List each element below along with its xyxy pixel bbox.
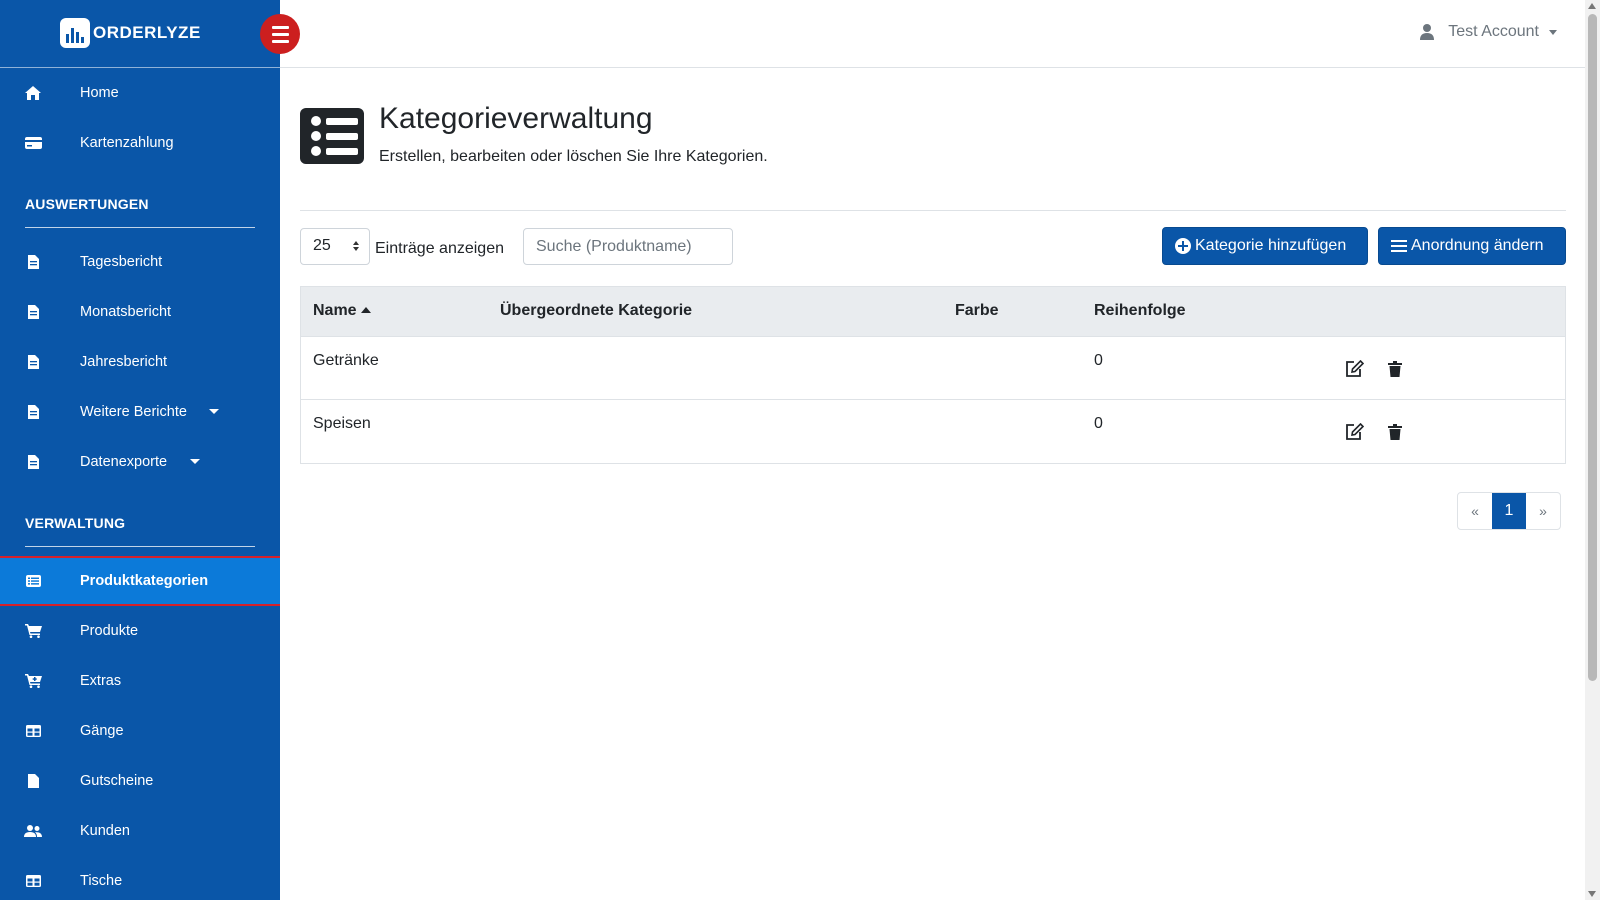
sidebar-item-label: Jahresbericht [80, 354, 168, 370]
table-icon [24, 873, 42, 889]
list-icon [300, 108, 364, 164]
table-row: Speisen 0 [301, 400, 1565, 463]
document-icon [24, 454, 42, 470]
sidebar-item-label: Produkte [80, 623, 139, 639]
column-header-order[interactable]: Reihenfolge [1094, 302, 1186, 320]
user-icon [1420, 24, 1435, 40]
sidebar-item-gaenge[interactable]: Gänge [0, 706, 280, 756]
file-icon [24, 773, 42, 789]
cell-name: Getränke [313, 352, 379, 369]
select-arrows-icon [353, 241, 359, 251]
logo-text: ORDERLYZE [93, 23, 201, 42]
pagination-prev[interactable]: « [1458, 493, 1492, 529]
users-icon [24, 823, 42, 839]
sidebar-item-label: Tagesbericht [80, 254, 163, 270]
cell-order: 0 [1094, 415, 1103, 432]
home-icon [24, 85, 42, 101]
menu-toggle-button[interactable] [260, 14, 300, 54]
scroll-down-icon[interactable] [1588, 891, 1596, 897]
sidebar-item-label: Monatsbericht [80, 304, 172, 320]
add-category-label: Kategorie hinzufügen [1195, 237, 1347, 254]
column-header-color[interactable]: Farbe [955, 302, 999, 320]
sidebar-item-label: Datenexporte [80, 454, 168, 470]
page-size-value: 25 [313, 237, 331, 254]
sidebar-item-label: Weitere Berichte [80, 404, 187, 420]
chevron-down-icon [209, 409, 219, 414]
sidebar-item-gutscheine[interactable]: Gutscheine [0, 756, 280, 806]
logo[interactable]: ORDERLYZE [60, 18, 201, 48]
sidebar-item-label: Kunden [80, 823, 130, 839]
sidebar-item-jahresbericht[interactable]: Jahresbericht [0, 337, 280, 387]
chevron-down-icon [1549, 29, 1557, 35]
document-icon [24, 254, 42, 270]
sidebar-item-produktkategorien[interactable]: Produktkategorien [0, 556, 280, 606]
cell-name: Speisen [313, 415, 371, 432]
divider [300, 210, 1566, 211]
pagination-next[interactable]: » [1526, 493, 1560, 529]
table-row: Getränke 0 [301, 337, 1565, 400]
column-header-parent[interactable]: Übergeordnete Kategorie [500, 302, 692, 320]
sidebar-item-datenexporte[interactable]: Datenexporte [0, 437, 280, 487]
cell-order: 0 [1094, 352, 1103, 369]
change-order-label: Anordnung ändern [1411, 237, 1544, 254]
table-header: Name Übergeordnete Kategorie Farbe Reihe… [301, 287, 1565, 337]
sidebar-item-label: Gutscheine [80, 773, 154, 789]
categories-table: Name Übergeordnete Kategorie Farbe Reihe… [300, 286, 1566, 464]
credit-card-icon [24, 135, 42, 151]
change-order-button[interactable]: Anordnung ändern [1378, 227, 1566, 265]
pagination-page[interactable]: 1 [1492, 493, 1526, 529]
edit-icon[interactable] [1343, 358, 1365, 380]
scroll-up-icon[interactable] [1588, 3, 1596, 9]
account-menu[interactable]: Test Account [1420, 23, 1557, 41]
page-size-select[interactable]: 25 [300, 228, 370, 265]
page-subtitle: Erstellen, bearbeiten oder löschen Sie I… [379, 148, 768, 165]
sidebar-item-label: Tische [80, 873, 123, 889]
document-icon [24, 404, 42, 420]
sidebar-item-tische[interactable]: Tische [0, 856, 280, 900]
brand-area: ORDERLYZE [0, 0, 280, 68]
sidebar-item-kartenzahlung[interactable]: Kartenzahlung [0, 118, 280, 168]
page-title: Kategorieverwaltung [379, 102, 653, 135]
sidebar-item-weitere-berichte[interactable]: Weitere Berichte [0, 387, 280, 437]
sidebar-item-monatsbericht[interactable]: Monatsbericht [0, 287, 280, 337]
sidebar-item-tagesbericht[interactable]: Tagesbericht [0, 237, 280, 287]
scrollbar[interactable] [1585, 0, 1600, 900]
sidebar-item-label: Kartenzahlung [80, 135, 174, 151]
sidebar-item-label: Home [80, 85, 119, 101]
chevron-down-icon [190, 459, 200, 464]
search-input[interactable] [523, 228, 733, 265]
document-icon [24, 304, 42, 320]
document-icon [24, 354, 42, 370]
trash-icon[interactable] [1384, 358, 1406, 380]
sidebar-item-extras[interactable]: Extras [0, 656, 280, 706]
scrollbar-thumb[interactable] [1588, 14, 1597, 681]
plus-circle-icon [1175, 238, 1191, 254]
topbar: Test Account [280, 0, 1585, 68]
sidebar-item-label: Extras [80, 673, 122, 689]
entries-label: Einträge anzeigen [375, 240, 504, 257]
edit-icon[interactable] [1343, 421, 1365, 443]
sidebar: ORDERLYZE Home Kartenzahlung AUSWERTUNGE… [0, 0, 280, 900]
bars-icon [1391, 240, 1407, 252]
section-reports: AUSWERTUNGEN [25, 196, 149, 212]
column-label: Name [313, 302, 357, 319]
hamburger-icon [271, 25, 289, 29]
section-admin: VERWALTUNG [25, 515, 126, 531]
pagination: « 1 » [1457, 492, 1561, 530]
cart-icon [24, 623, 42, 639]
sidebar-item-label: Produktkategorien [80, 573, 209, 589]
sidebar-item-kunden[interactable]: Kunden [0, 806, 280, 856]
sort-asc-icon [360, 307, 371, 313]
table-icon [24, 723, 42, 739]
account-label: Test Account [1448, 23, 1539, 40]
column-header-name[interactable]: Name [313, 302, 371, 320]
sidebar-item-label: Gänge [80, 723, 124, 739]
add-category-button[interactable]: Kategorie hinzufügen [1162, 227, 1368, 265]
trash-icon[interactable] [1384, 421, 1406, 443]
sidebar-item-produkte[interactable]: Produkte [0, 606, 280, 656]
logo-icon [60, 18, 90, 48]
sidebar-item-home[interactable]: Home [0, 68, 280, 118]
cart-plus-icon [24, 673, 42, 689]
list-icon [24, 573, 42, 589]
